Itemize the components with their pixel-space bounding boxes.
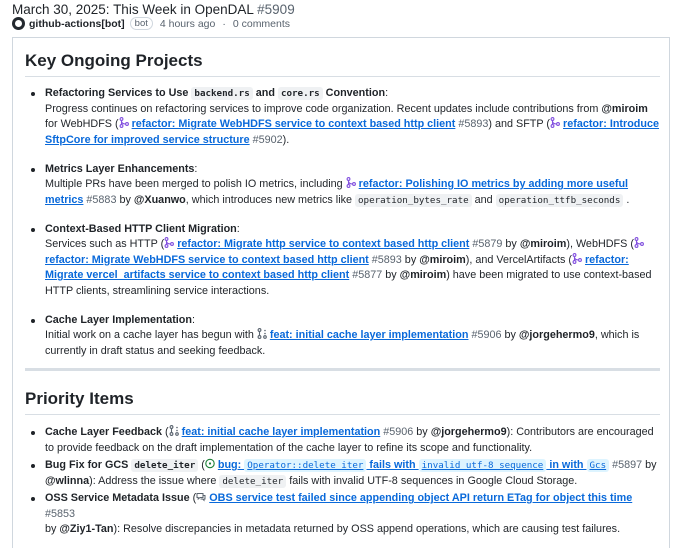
code-span: operation_bytes_rate [355, 193, 472, 207]
item-heading: Metrics Layer Enhancements [45, 162, 195, 175]
draft-pull-request-icon [257, 328, 267, 339]
discussion-icon [196, 493, 206, 502]
bot-badge: bot [129, 17, 153, 30]
issue-number[interactable]: #5853 [45, 508, 75, 520]
item-heading: Bug Fix for GCS delete_iter [45, 459, 199, 472]
list-item: Bug Fix for GCS delete_iter (bug: Operat… [25, 458, 660, 489]
open-issue-icon [205, 458, 215, 469]
pr-number[interactable]: #5893 [458, 118, 488, 130]
timestamp[interactable]: 4 hours ago [160, 18, 215, 30]
pull-request-merged-icon [164, 237, 175, 248]
priority-items-list: Cache Layer Feedback (feat: initial cach… [25, 425, 660, 540]
list-item: OSS Service Metadata Issue (OBS service … [25, 491, 660, 538]
item-heading: Cache Layer Implementation [45, 313, 193, 326]
user-mention[interactable]: @jorgehermo9 [519, 329, 595, 341]
pr-number[interactable]: #5906 [383, 426, 413, 438]
item-heading: OSS Service Metadata Issue [45, 492, 190, 504]
discussion-number: #5909 [257, 2, 295, 17]
user-mention[interactable]: @Ziy1-Tan [59, 523, 113, 535]
heading-priority-items: Priority Items [25, 388, 660, 415]
issue-link[interactable]: bug: Operator::delete_iter fails with in… [218, 459, 610, 472]
key-projects-list: Refactoring Services to Use backend.rs a… [25, 86, 660, 373]
pr-link[interactable]: refactor: Migrate http service to contex… [177, 238, 469, 250]
pr-number[interactable]: #5883 [86, 194, 116, 206]
user-mention[interactable]: @miroim [400, 269, 447, 281]
pull-request-merged-icon [346, 177, 356, 188]
item-heading: Context-Based HTTP Client Migration [45, 222, 237, 235]
section-divider [25, 368, 660, 371]
pull-request-merged-icon [550, 117, 560, 128]
user-mention[interactable]: @miroim [601, 103, 648, 115]
discussion-meta: github-actions[bot] bot 4 hours ago · 0 … [12, 17, 290, 30]
list-item: Metrics Layer Enhancements: Multiple PRs… [25, 162, 660, 209]
author-name[interactable]: github-actions[bot] [29, 18, 125, 30]
user-mention[interactable]: @wlinna [45, 475, 89, 487]
pr-number[interactable]: #5893 [372, 254, 402, 266]
list-item: Refactoring Services to Use backend.rs a… [25, 86, 660, 148]
pr-number[interactable]: #5902 [253, 134, 283, 146]
pr-number[interactable]: #5879 [472, 238, 502, 250]
user-mention[interactable]: @Xuanwo [134, 194, 186, 206]
pr-number[interactable]: #5877 [352, 269, 382, 281]
issue-link[interactable]: OBS service test failed since appending … [209, 492, 632, 504]
pull-request-merged-icon [634, 237, 644, 248]
discussion-title: March 30, 2025: This Week in OpenDAL #59… [12, 2, 295, 17]
pr-number[interactable]: #5906 [471, 329, 501, 341]
draft-pull-request-icon [169, 425, 179, 436]
separator-dot: · [222, 17, 226, 30]
comment-count: 0 comments [232, 17, 291, 30]
user-mention[interactable]: @miroim [419, 254, 466, 266]
code-span: delete_iter [219, 474, 287, 488]
pull-request-merged-icon [572, 252, 582, 264]
item-heading: Cache Layer Feedback [45, 426, 163, 438]
avatar[interactable] [12, 17, 25, 30]
pr-link[interactable]: refactor: Migrate WebHDFS service to con… [132, 118, 456, 130]
list-item: Context-Based HTTP Client Migration: Ser… [25, 222, 660, 300]
pr-link[interactable]: feat: initial cache layer implementation [182, 426, 381, 438]
item-heading: Refactoring Services to Use backend.rs a… [45, 87, 386, 100]
list-item: Cache Layer Implementation: Initial work… [25, 313, 660, 360]
code-span: operation_ttfb_seconds [495, 193, 624, 207]
issue-number[interactable]: #5897 [612, 459, 642, 471]
list-item: Cache Layer Feedback (feat: initial cach… [25, 425, 660, 456]
pull-request-merged-icon [119, 117, 129, 128]
pr-link[interactable]: feat: initial cache layer implementation [270, 329, 469, 341]
user-mention[interactable]: @miroim [520, 238, 567, 250]
heading-key-projects: Key Ongoing Projects [25, 50, 660, 77]
user-mention[interactable]: @jorgehermo9 [431, 426, 507, 438]
pr-link[interactable]: refactor: Migrate WebHDFS service to con… [45, 254, 369, 266]
